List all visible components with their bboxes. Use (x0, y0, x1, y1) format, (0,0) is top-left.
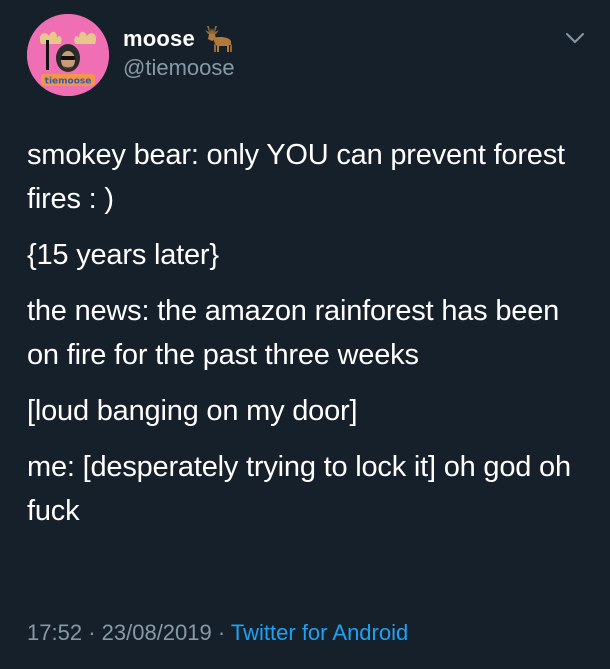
tweet-paragraph: [loud banging on my door] (27, 395, 358, 427)
tweet-metadata: 17:52 · 23/08/2019 · Twitter for Android (27, 620, 408, 646)
tweet-paragraph: {15 years later} (27, 239, 219, 271)
author-row[interactable]: moose (123, 21, 235, 57)
chevron-down-icon[interactable] (565, 31, 585, 45)
avatar-badge-text: tiemoose (45, 77, 92, 87)
tweet-time[interactable]: 17:52 (27, 620, 82, 645)
meta-separator: · (88, 620, 96, 645)
avatar-image: tiemoose (27, 14, 109, 96)
moose-emoji-icon (204, 26, 232, 52)
avatar[interactable]: tiemoose (27, 14, 109, 96)
tweet-text: smokey bear: only YOU can prevent forest… (27, 133, 597, 545)
tweet-paragraph: the news: the amazon rainforest has been… (27, 295, 560, 371)
username-handle[interactable]: @tiemoose (123, 55, 235, 81)
tweet-card: tiemoose moose @tiemoose smokey bear: on… (0, 0, 610, 669)
display-name[interactable]: moose (123, 26, 195, 52)
tweet-paragraph: smokey bear: only YOU can prevent forest… (27, 139, 565, 215)
meta-separator: · (217, 620, 226, 645)
tweet-paragraph: me: [desperately trying to lock it] oh g… (27, 451, 571, 527)
tweet-source-link[interactable]: Twitter for Android (231, 620, 408, 645)
tweet-date[interactable]: 23/08/2019 (102, 620, 212, 645)
